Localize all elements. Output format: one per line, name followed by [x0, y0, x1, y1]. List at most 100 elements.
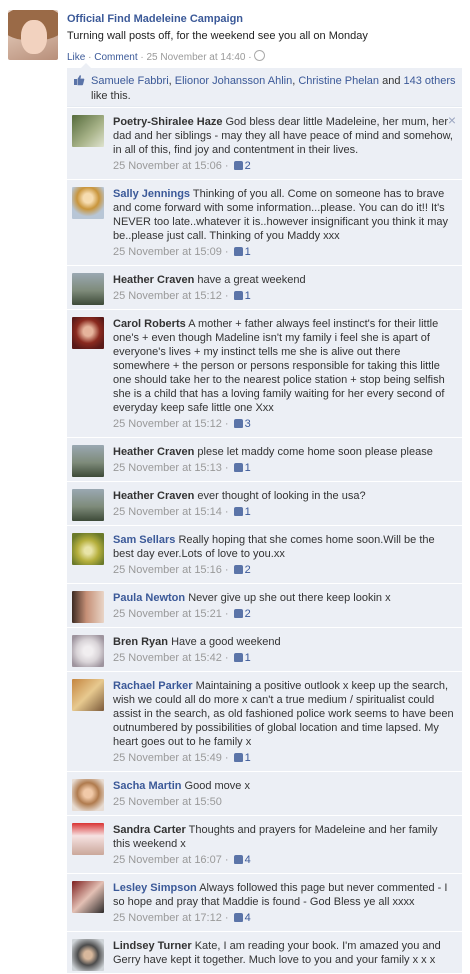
thumbs-up-icon: [233, 565, 243, 574]
comment-like-count[interactable]: 1: [245, 652, 251, 664]
comment-like-count[interactable]: 4: [245, 854, 251, 866]
comment-link[interactable]: Comment: [94, 52, 137, 63]
comment-item: Bren Ryan Have a good weekend 25 November…: [67, 628, 462, 672]
post-author[interactable]: Official Find Madeleine Campaign: [67, 13, 243, 25]
comment-text: Never give up she out there keep lookin …: [188, 592, 391, 604]
liker-link[interactable]: Christine Phelan: [298, 75, 379, 87]
commenter-name[interactable]: Lesley Simpson: [113, 882, 197, 894]
commenter-avatar[interactable]: [72, 489, 104, 521]
comment-item: Paula Newton Never give up she out there…: [67, 584, 462, 628]
commenter-name[interactable]: Sacha Martin: [113, 780, 181, 792]
comment-body: Heather Craven have a great weekend: [113, 273, 456, 287]
comment-date[interactable]: 25 November at 16:07: [113, 854, 222, 866]
comment-date[interactable]: 25 November at 15:06: [113, 160, 222, 172]
commenter-avatar[interactable]: [72, 881, 104, 913]
thumbs-up-icon: [233, 653, 243, 662]
comment-date[interactable]: 25 November at 15:12: [113, 418, 222, 430]
comment-body: Rachael Parker Maintaining a positive ou…: [113, 679, 456, 749]
close-icon[interactable]: ×: [448, 113, 456, 127]
likers-others-link[interactable]: 143 others: [404, 75, 456, 87]
commenter-avatar[interactable]: [72, 591, 104, 623]
comment-like-count[interactable]: 2: [245, 160, 251, 172]
commenter-avatar[interactable]: [72, 533, 104, 565]
comment-date[interactable]: 25 November at 15:13: [113, 462, 222, 474]
commenter-name[interactable]: Sandra Carter: [113, 824, 186, 836]
comment-list: × Poetry-Shiralee Haze God bless dear lit…: [67, 108, 462, 974]
comment-date[interactable]: 25 November at 17:12: [113, 912, 222, 924]
comment-meta: 25 November at 15:14 · 1: [113, 506, 251, 518]
comment-body: Sam Sellars Really hoping that she comes…: [113, 533, 456, 561]
commenter-name[interactable]: Heather Craven: [113, 274, 194, 286]
commenter-avatar[interactable]: [72, 317, 104, 349]
commenter-name[interactable]: Sally Jennings: [113, 188, 190, 200]
comment-item: Rachael Parker Maintaining a positive ou…: [67, 672, 462, 772]
comment-meta: 25 November at 15:06 · 2: [113, 160, 251, 172]
comment-item: Sandra Carter Thoughts and prayers for M…: [67, 816, 462, 874]
comment-item: Heather Craven have a great weekend 25 No…: [67, 266, 462, 310]
comment-date[interactable]: 25 November at 15:12: [113, 290, 222, 302]
commenter-name[interactable]: Carol Roberts: [113, 318, 186, 330]
comment-meta: 25 November at 15:21 · 2: [113, 608, 251, 620]
comment-like-count[interactable]: 1: [245, 506, 251, 518]
comment-item: Heather Craven plese let maddy come home…: [67, 438, 462, 482]
commenter-name[interactable]: Rachael Parker: [113, 680, 193, 692]
thumbs-up-icon: [233, 419, 243, 428]
like-link[interactable]: Like: [67, 52, 85, 63]
comment-date[interactable]: 25 November at 15:21: [113, 608, 222, 620]
comment-text: have a great weekend: [197, 274, 306, 286]
comment-date[interactable]: 25 November at 15:14: [113, 506, 222, 518]
comment-like-count[interactable]: 4: [245, 912, 251, 924]
commenter-name[interactable]: Poetry-Shiralee Haze: [113, 116, 222, 128]
commenter-name[interactable]: Heather Craven: [113, 490, 194, 502]
comment-body: Heather Craven plese let maddy come home…: [113, 445, 456, 459]
commenter-avatar[interactable]: [72, 273, 104, 305]
liker-link[interactable]: Elionor Johansson Ahlin: [175, 75, 292, 87]
commenter-name[interactable]: Heather Craven: [113, 446, 194, 458]
comment-body: Sacha Martin Good move x: [113, 779, 456, 793]
comment-like-count[interactable]: 2: [245, 564, 251, 576]
commenter-avatar[interactable]: [72, 187, 104, 219]
comment-date[interactable]: 25 November at 15:50: [113, 796, 222, 808]
thumbs-up-icon: [233, 913, 243, 922]
page-avatar[interactable]: [8, 10, 58, 60]
post-text: Turning wall posts off, for the weekend …: [67, 30, 368, 42]
thumbs-up-icon: [74, 75, 85, 86]
comment-body: Sandra Carter Thoughts and prayers for M…: [113, 823, 456, 851]
comment-like-count[interactable]: 1: [245, 462, 251, 474]
comment-date[interactable]: 25 November at 15:16: [113, 564, 222, 576]
thumbs-up-icon: [233, 855, 243, 864]
comment-body: Poetry-Shiralee Haze God bless dear litt…: [113, 115, 456, 157]
comment-date[interactable]: 25 November at 15:09: [113, 246, 222, 258]
commenter-name[interactable]: Paula Newton: [113, 592, 185, 604]
comment-like-count[interactable]: 2: [245, 608, 251, 620]
comment-meta: 25 November at 16:07 · 4: [113, 854, 251, 866]
thumbs-up-icon: [233, 609, 243, 618]
comment-body: Paula Newton Never give up she out there…: [113, 591, 456, 605]
comment-body: Lesley Simpson Always followed this page…: [113, 881, 456, 909]
commenter-avatar[interactable]: [72, 115, 104, 147]
comment-meta: 25 November at 15:49 · 1: [113, 752, 251, 764]
comment-meta: 25 November at 15:12 · 1: [113, 290, 251, 302]
commenter-name[interactable]: Lindsey Turner: [113, 940, 192, 952]
liker-link[interactable]: Samuele Fabbri: [91, 75, 169, 87]
comment-meta: 25 November at 15:12 · 3: [113, 418, 251, 430]
commenter-avatar[interactable]: [72, 779, 104, 811]
commenter-avatar[interactable]: [72, 679, 104, 711]
comment-body: Carol Roberts A mother + father always f…: [113, 317, 456, 415]
comment-like-count[interactable]: 1: [245, 290, 251, 302]
comment-like-count[interactable]: 3: [245, 418, 251, 430]
comment-text: plese let maddy come home soon please pl…: [197, 446, 433, 458]
post-date[interactable]: 25 November at 14:40: [147, 52, 246, 63]
comment-date[interactable]: 25 November at 15:42: [113, 652, 222, 664]
commenter-avatar[interactable]: [72, 823, 104, 855]
commenter-name[interactable]: Bren Ryan: [113, 636, 168, 648]
commenter-avatar[interactable]: [72, 635, 104, 667]
commenter-name[interactable]: Sam Sellars: [113, 534, 175, 546]
comment-date[interactable]: 25 November at 15:49: [113, 752, 222, 764]
likes-suffix: like this.: [91, 90, 131, 102]
comment-like-count[interactable]: 1: [245, 752, 251, 764]
commenter-avatar[interactable]: [72, 445, 104, 477]
post-header: Official Find Madeleine Campaign Turning…: [0, 0, 470, 64]
comment-like-count[interactable]: 1: [245, 246, 251, 258]
commenter-avatar[interactable]: [72, 939, 104, 971]
